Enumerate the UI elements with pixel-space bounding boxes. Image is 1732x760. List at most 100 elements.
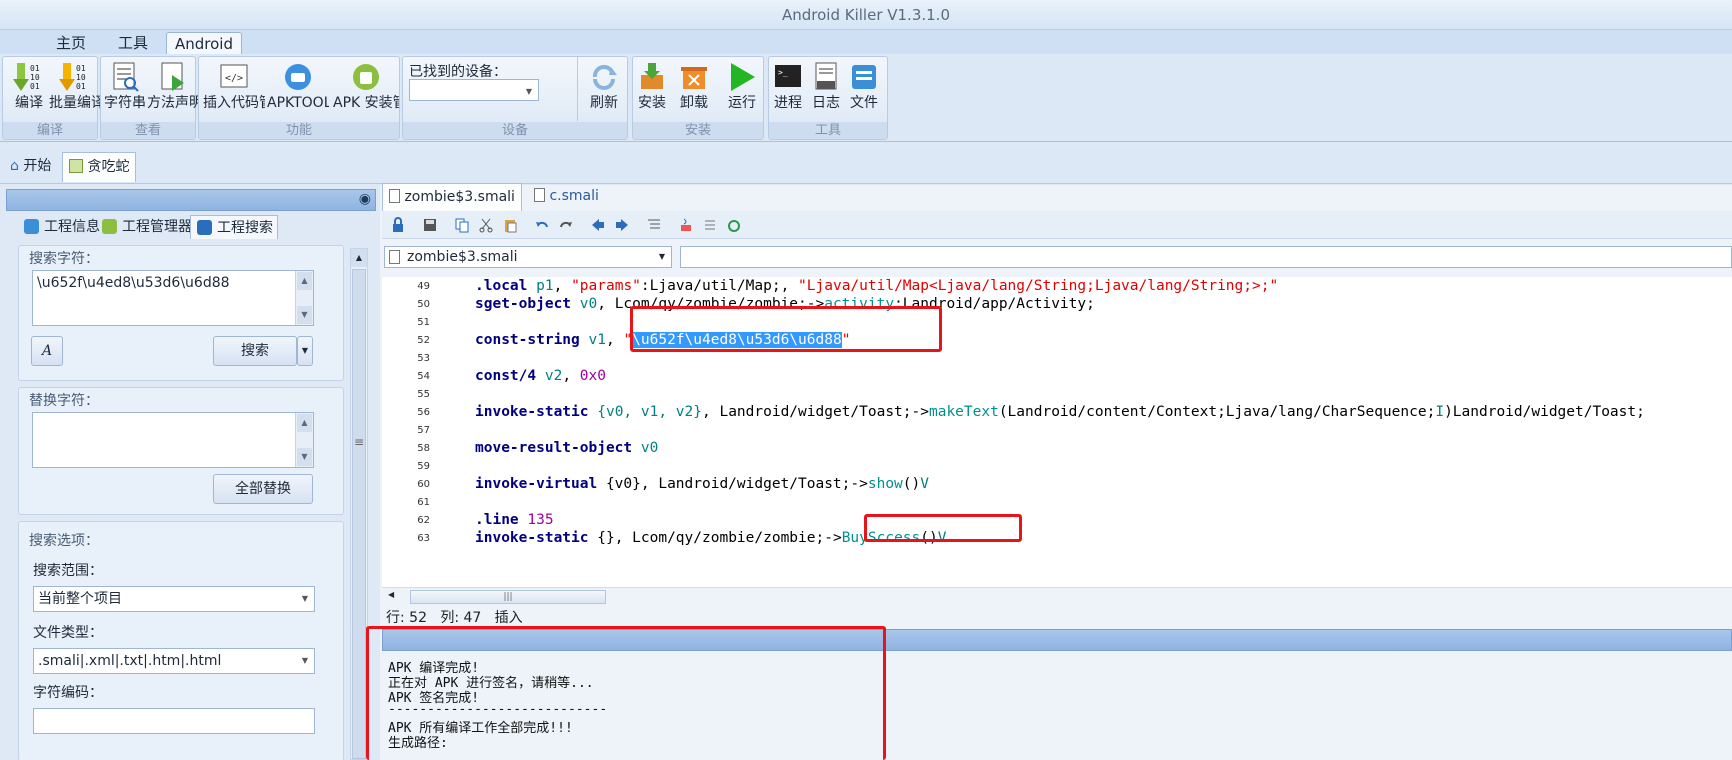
filetype-select[interactable]: .smali|.xml|.txt|.htm|.html ▼	[33, 648, 315, 674]
scope-select[interactable]: 当前整个项目 ▼	[33, 586, 315, 612]
chevron-down-icon: ▼	[301, 594, 308, 603]
ribbon-group-function: </> 插入代码管理器 APKTOOL管理器 APK 安装管理器 功能	[198, 56, 400, 140]
code-line: const/4 v2, 0x0	[475, 368, 606, 384]
ribbon: 01 10 01 编译 01 10 01 批量编译 编译 字符串 方法声明 查看 </>…	[0, 54, 1732, 142]
batch-compile-button[interactable]: 01 10 01 批量编译	[49, 59, 101, 121]
chevron-down-icon: ▼	[525, 87, 532, 96]
search-button[interactable]: 搜索	[213, 336, 297, 366]
encoding-label: 字符编码：	[33, 685, 103, 701]
svg-text:10: 10	[76, 73, 86, 82]
strings-button[interactable]: 字符串	[99, 59, 151, 121]
font-button[interactable]: A	[31, 336, 63, 366]
file-icon	[534, 188, 545, 202]
run-button[interactable]: 运行	[719, 59, 765, 121]
font-icon: A	[41, 343, 53, 359]
code-line: move-result-object v0	[475, 440, 659, 456]
paste-icon[interactable]	[502, 217, 518, 233]
batch-compile-icon: 011001	[59, 63, 86, 91]
ribbon-tab-android[interactable]: Android	[166, 32, 242, 54]
file-button[interactable]: 文件	[841, 59, 887, 121]
replace-input[interactable]: ▲ ▼	[32, 412, 314, 468]
window-title: Android Killer V1.3.1.0	[0, 0, 1732, 30]
code-editor[interactable]: 49 50 51 52 53 54 55 56 57 58 59 60 61 6…	[382, 277, 1732, 587]
tab-project-info-label: 工程信息	[44, 219, 100, 235]
search-input[interactable]: \u652f\u4ed8\u53d6\u6d88 ▲ ▼	[32, 270, 314, 326]
tab-project-search[interactable]: 工程搜索	[190, 215, 278, 239]
copy-icon[interactable]	[454, 217, 470, 233]
tab-project-manager[interactable]: 工程管理器	[96, 215, 196, 239]
uninstall-button[interactable]: 卸载	[671, 59, 717, 121]
scrollbar-thumb[interactable]: |||	[410, 590, 606, 604]
tab-project-label: 贪吃蛇	[87, 159, 130, 175]
list-icon[interactable]	[702, 217, 718, 233]
replace-input-scrollbar[interactable]: ▲ ▼	[295, 413, 313, 467]
save-icon[interactable]	[422, 217, 438, 233]
splitter-handle[interactable]: ≡	[354, 435, 364, 449]
install-label: 安装	[638, 95, 666, 111]
line-number: 53	[417, 353, 430, 364]
compile-button[interactable]: 01 10 01 编译	[3, 59, 55, 121]
eye-icon[interactable]: ◉	[359, 191, 371, 207]
java-icon[interactable]	[678, 217, 694, 233]
line-number: 51	[417, 317, 430, 328]
search-dropdown-button[interactable]: ▼	[297, 336, 313, 366]
ribbon-tab-tools[interactable]: 工具	[110, 32, 156, 54]
project-icon	[69, 159, 83, 173]
redo-icon[interactable]	[558, 217, 574, 233]
format-icon[interactable]	[646, 217, 662, 233]
ribbon-tab-home[interactable]: 主页	[48, 32, 94, 54]
android-icon	[102, 219, 117, 234]
batch-compile-label: 批量编译	[49, 95, 101, 111]
chevron-down-icon: ▼	[301, 656, 308, 665]
chevron-left-icon[interactable]: ◀	[388, 590, 394, 599]
left-panel-header: ◉	[6, 189, 376, 211]
tab-project-info[interactable]: 工程信息	[18, 215, 104, 239]
search-value: \u652f\u4ed8\u53d6\u6d88	[37, 275, 230, 291]
tab-c-smali[interactable]: c.smali	[528, 183, 605, 211]
insert-code-button[interactable]: </> 插入代码管理器	[203, 59, 265, 121]
insert-code-label: 插入代码管理器	[203, 95, 265, 111]
refresh-label: 刷新	[590, 95, 618, 111]
line-number: 50	[417, 299, 430, 310]
filetype-value: .smali|.xml|.txt|.htm|.html	[38, 653, 222, 669]
line-number: 61	[417, 497, 430, 508]
line-number-gutter: 49 50 51 52 53 54 55 56 57 58 59 60 61 6…	[382, 277, 434, 587]
member-select[interactable]	[680, 246, 1732, 268]
tab-project-search-label: 工程搜索	[217, 220, 273, 236]
install-button[interactable]: 安装	[629, 59, 675, 121]
tab-zombie-smali[interactable]: zombie$3.smali	[382, 183, 522, 211]
tab-start[interactable]: ⌂ 开始	[4, 152, 57, 182]
tab-project[interactable]: 贪吃蛇	[62, 152, 137, 182]
apktool-button[interactable]: APKTOOL管理器	[267, 59, 329, 121]
forward-arrow-icon[interactable]	[614, 217, 630, 233]
lock-icon[interactable]	[390, 217, 406, 233]
line-number: 60	[417, 479, 430, 490]
line-number: 59	[417, 461, 430, 472]
encoding-select[interactable]	[33, 708, 315, 734]
ribbon-group-compile: 01 10 01 编译 01 10 01 批量编译 编译	[2, 56, 101, 140]
editor-horizontal-scrollbar[interactable]: ◀ |||	[382, 587, 1732, 605]
apk-install-button[interactable]: APK 安装管理器	[333, 59, 399, 121]
method-decl-button[interactable]: 方法声明	[147, 59, 199, 121]
group-label-tools: 工具	[769, 122, 887, 139]
search-input-scrollbar[interactable]: ▲ ▼	[295, 271, 313, 325]
device-label: 已找到的设备：	[409, 64, 507, 80]
tab-zombie-smali-label: zombie$3.smali	[404, 189, 515, 205]
back-arrow-icon[interactable]	[590, 217, 606, 233]
compile-icon: 011001	[13, 63, 40, 91]
file-select[interactable]: zombie$3.smali ▼	[384, 246, 672, 268]
editor-area: zombie$3.smali c.smali zombie$3.smali ▼ …	[366, 183, 1732, 760]
undo-icon[interactable]	[534, 217, 550, 233]
svg-text:01: 01	[30, 64, 40, 73]
cut-icon[interactable]	[478, 217, 494, 233]
replace-all-button[interactable]: 全部替换	[213, 474, 313, 504]
refresh-button[interactable]: 刷新	[581, 59, 627, 121]
apktool-icon	[285, 64, 311, 90]
android-icon	[353, 64, 379, 90]
refresh-icon	[592, 65, 617, 90]
code-line: invoke-virtual {v0}, Landroid/widget/Toa…	[475, 476, 929, 492]
device-select[interactable]: ▼	[409, 79, 539, 101]
group-label-function: 功能	[199, 122, 399, 139]
group-label-device: 设备	[403, 122, 627, 139]
refresh-icon[interactable]	[726, 217, 742, 233]
